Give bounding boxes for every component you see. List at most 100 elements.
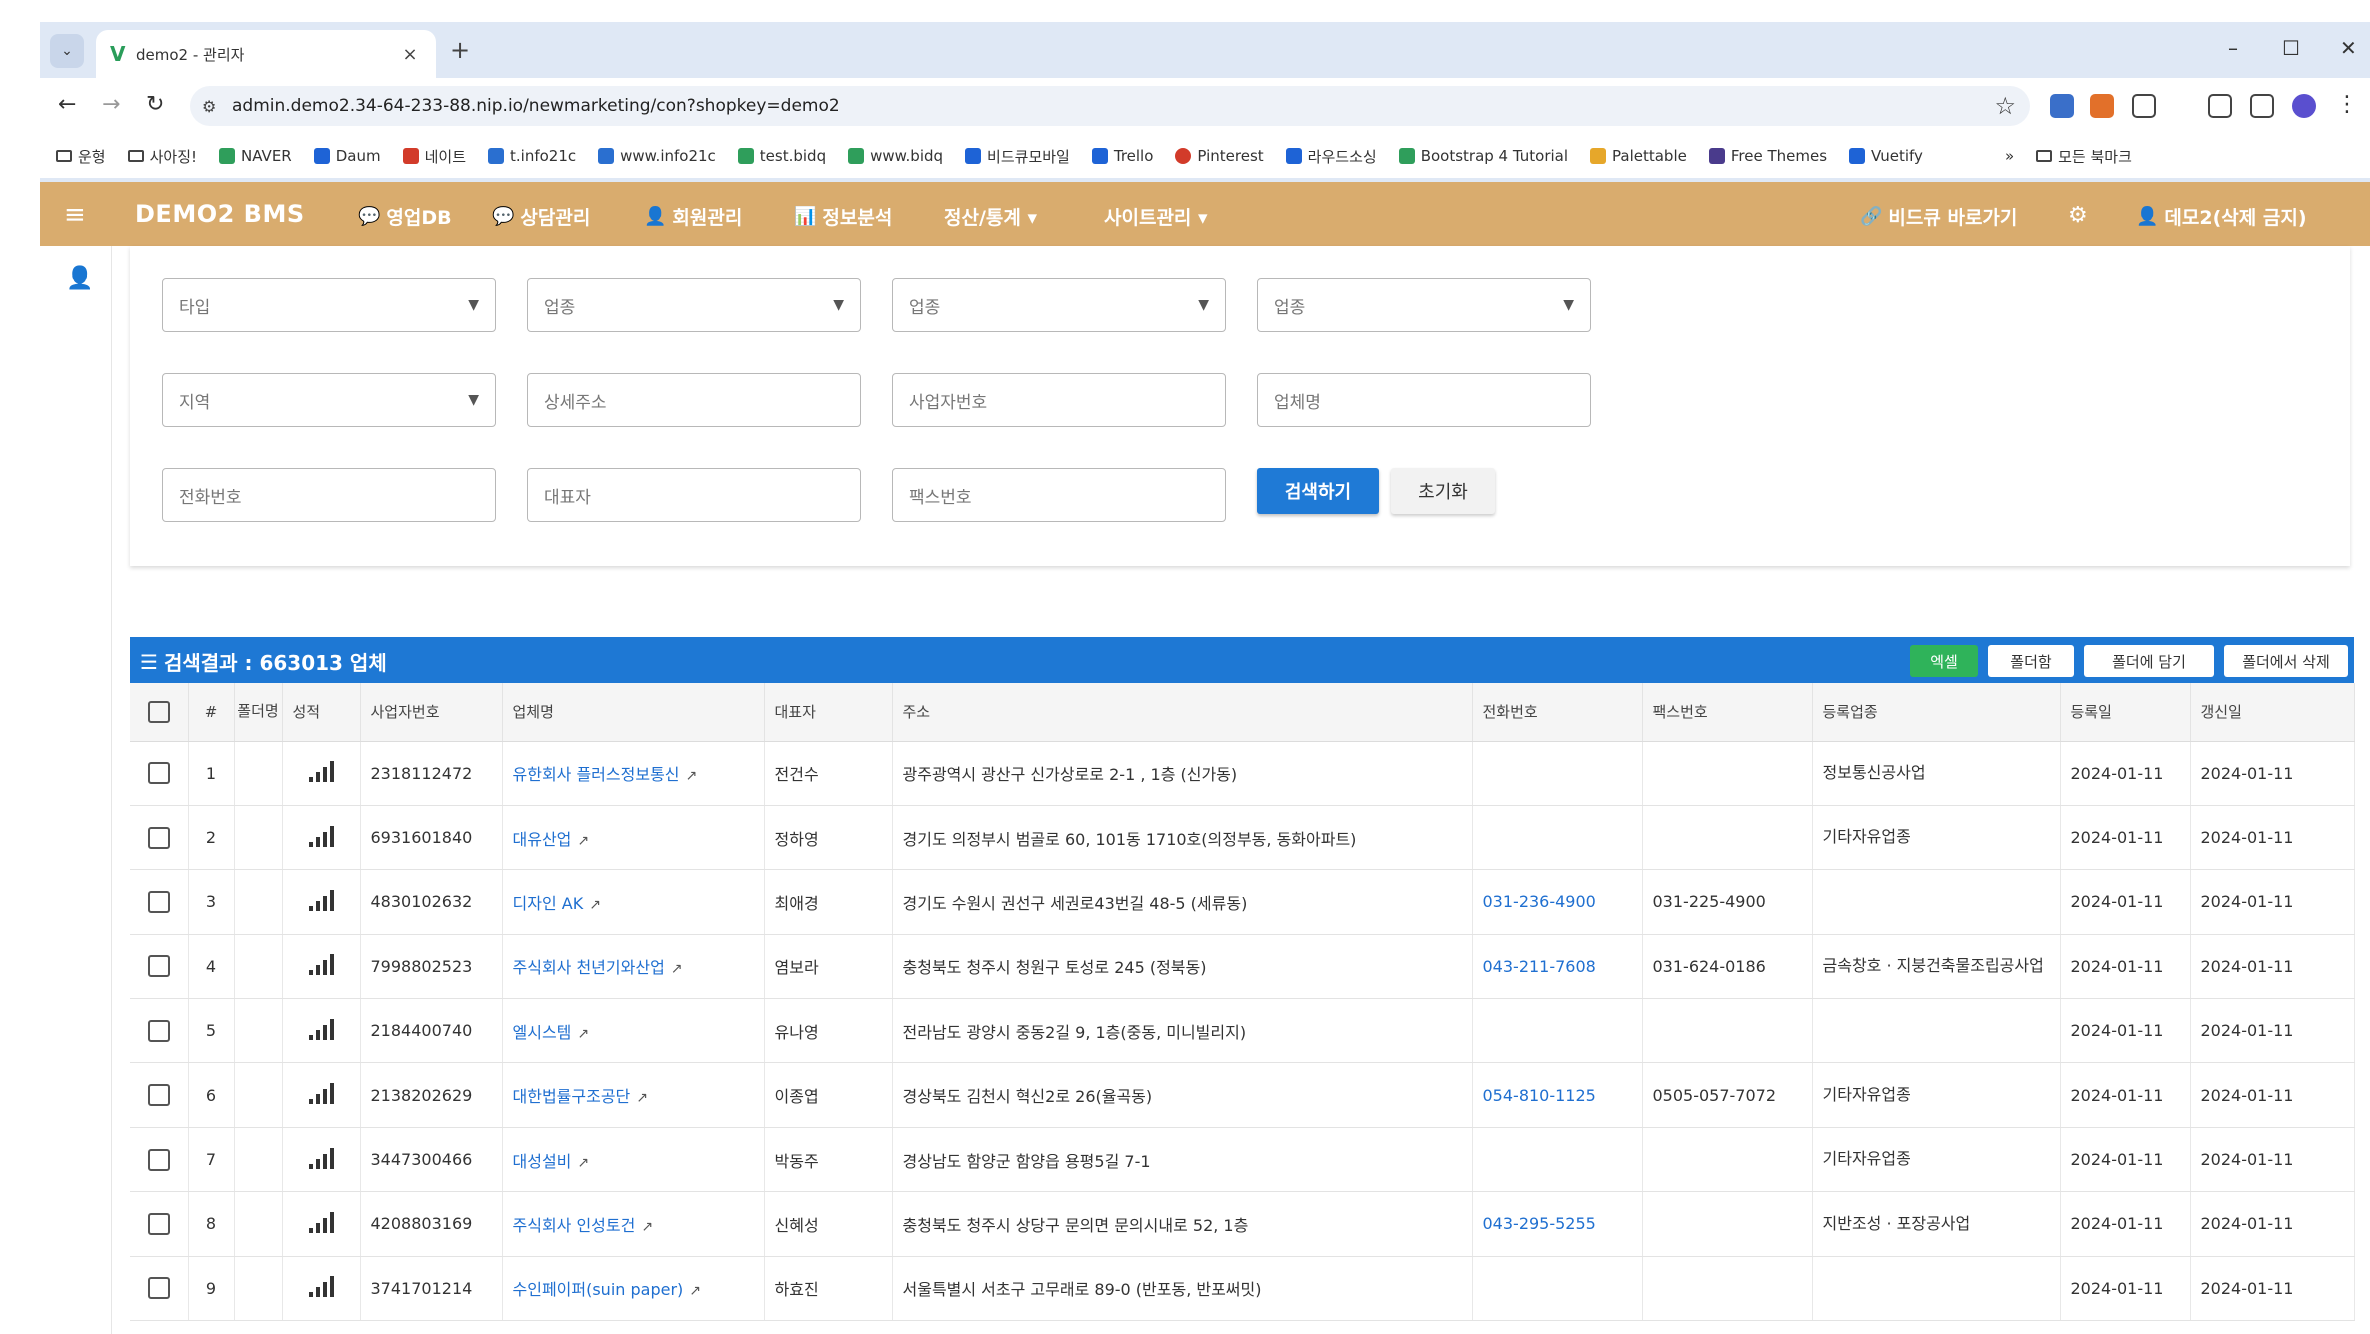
tab-search-button[interactable]: ⌄ — [50, 34, 84, 68]
extension-icon[interactable] — [2090, 94, 2114, 118]
nav-analysis[interactable]: 📊 정보분석 — [794, 203, 892, 230]
row-phone[interactable] — [1472, 1256, 1643, 1322]
nav-members[interactable]: 👤 회원관리 — [644, 203, 742, 230]
bidq-shortcut-link[interactable]: 🔗 비드큐 바로가기 — [1860, 203, 2017, 230]
external-link-icon[interactable]: ↗ — [577, 1026, 589, 1042]
industry-select-3[interactable]: 업종 ▼ — [1257, 278, 1591, 332]
nav-settlement[interactable]: 정산/통계 ▾ — [944, 203, 1037, 230]
user-menu[interactable]: 👤 데모2(삭제 금지) — [2136, 203, 2307, 230]
browser-tab[interactable]: V demo2 - 관리자 × — [96, 30, 436, 78]
reset-button[interactable]: 초기화 — [1391, 468, 1495, 514]
col-header-grade[interactable]: 성적 — [282, 683, 361, 742]
row-checkbox[interactable] — [147, 762, 170, 785]
bookmark-item[interactable]: test.bidq — [737, 147, 826, 165]
new-tab-button[interactable]: + — [450, 36, 470, 64]
external-link-icon[interactable]: ↗ — [641, 1219, 653, 1235]
all-bookmarks[interactable]: 모든 북마크 — [2036, 146, 2132, 167]
industry-select-2[interactable]: 업종 ▼ — [892, 278, 1226, 332]
external-link-icon[interactable]: ↗ — [686, 768, 698, 784]
external-link-icon[interactable]: ↗ — [577, 833, 589, 849]
row-phone[interactable]: 043-211-7608 — [1472, 934, 1643, 1000]
minimize-icon[interactable]: – — [2228, 36, 2238, 60]
nav-site-admin[interactable]: 사이트관리 ▾ — [1104, 203, 1208, 230]
table-row[interactable]: 8 4208803169 주식회사 인성토건 ↗ 신혜성 충청북도 청주시 상당구 문의면… — [130, 1191, 2355, 1257]
table-row[interactable]: 2 6931601840 대유산업 ↗ 정하영 경기도 의정부시 범골로 60, 101동… — [130, 805, 2355, 871]
company-link[interactable]: 대성설비 — [513, 1152, 572, 1171]
row-checkbox[interactable] — [147, 1019, 170, 1042]
forward-icon[interactable]: → — [102, 92, 120, 117]
search-button[interactable]: 검색하기 — [1257, 468, 1379, 514]
bookmark-item[interactable]: Trello — [1091, 147, 1153, 165]
bookmark-item[interactable]: Vuetify — [1849, 147, 1923, 165]
bookmarks-overflow[interactable]: » — [2005, 147, 2014, 165]
menu-icon[interactable]: ≡ — [64, 200, 86, 230]
company-link[interactable]: 대유산업 — [513, 830, 572, 849]
bookmark-item[interactable]: Palettable — [1590, 147, 1687, 165]
bookmark-item[interactable]: Pinterest — [1175, 147, 1264, 165]
table-row[interactable]: 5 2184400740 엘시스템 ↗ 유나영 전라남도 광양시 중동2길 9, 1층(중… — [130, 998, 2355, 1064]
ceo-input[interactable]: 대표자 — [527, 468, 861, 522]
reload-icon[interactable]: ↻ — [146, 92, 164, 117]
company-link[interactable]: 디자인 AK — [513, 894, 584, 913]
add-to-folder-button[interactable]: 폴더에 담기 — [2084, 645, 2214, 677]
company-link[interactable]: 수인페이퍼(suin paper) — [513, 1280, 684, 1299]
bookmark-item[interactable]: 네이트 — [402, 146, 466, 167]
company-link[interactable]: 대한법률구조공단 — [513, 1087, 631, 1106]
company-link[interactable]: 유한회사 플러스정보통신 — [513, 765, 680, 784]
external-link-icon[interactable]: ↗ — [671, 961, 683, 977]
bookmark-item[interactable]: 운형 — [56, 146, 106, 167]
industry-select-1[interactable]: 업종 ▼ — [527, 278, 861, 332]
more-menu-icon[interactable]: ⋮ — [2336, 92, 2358, 117]
profile-avatar[interactable] — [2292, 94, 2316, 118]
external-link-icon[interactable]: ↗ — [589, 897, 601, 913]
type-select[interactable]: 타입 ▼ — [162, 278, 496, 332]
bookmark-item[interactable]: www.bidq — [848, 147, 943, 165]
bookmark-item[interactable]: Bootstrap 4 Tutorial — [1398, 147, 1568, 165]
business-number-input[interactable]: 사업자번호 — [892, 373, 1226, 427]
row-checkbox[interactable] — [147, 955, 170, 978]
nav-consulting[interactable]: 💬 상담관리 — [492, 203, 590, 230]
table-row[interactable]: 3 4830102632 디자인 AK ↗ 최애경 경기도 수원시 권선구 세권로43번길… — [130, 869, 2355, 935]
bookmark-item[interactable]: Daum — [313, 147, 381, 165]
col-header-company[interactable]: 업체명 — [502, 683, 765, 742]
external-link-icon[interactable]: ↗ — [689, 1283, 701, 1299]
bookmark-item[interactable]: NAVER — [219, 147, 292, 165]
col-header-biz-number[interactable]: 사업자번호 — [360, 683, 503, 742]
row-phone[interactable] — [1472, 998, 1643, 1064]
row-phone[interactable] — [1472, 741, 1643, 806]
table-row[interactable]: 1 2318112472 유한회사 플러스정보통신 ↗ 전건수 광주광역시 광산구 신가상… — [130, 741, 2355, 806]
row-checkbox[interactable] — [147, 1212, 170, 1235]
extensions-puzzle-icon[interactable] — [2132, 94, 2156, 118]
address-bar[interactable]: ⚙ admin.demo2.34-64-233-88.nip.io/newmar… — [190, 86, 2030, 126]
row-phone[interactable]: 031-236-4900 — [1472, 869, 1643, 935]
col-header-registered[interactable]: 등록일 — [2060, 683, 2191, 742]
col-header-no[interactable]: # — [188, 683, 235, 742]
settings-gear-icon[interactable]: ⚙ — [2068, 203, 2088, 228]
fax-input[interactable]: 팩스번호 — [892, 468, 1226, 522]
col-header-ceo[interactable]: 대표자 — [764, 683, 893, 742]
company-link[interactable]: 주식회사 인성토건 — [513, 1216, 636, 1235]
row-checkbox[interactable] — [147, 826, 170, 849]
brand-title[interactable]: DEMO2 BMS — [135, 200, 305, 228]
table-row[interactable]: 4 7998802523 주식회사 천년기와산업 ↗ 염보라 충청북도 청주시 청원구 토… — [130, 934, 2355, 1000]
col-header-fax[interactable]: 팩스번호 — [1642, 683, 1813, 742]
col-header-address[interactable]: 주소 — [892, 683, 1473, 742]
table-row[interactable]: 9 3741701214 수인페이퍼(suin paper) ↗ 하효진 서울특별시 서초… — [130, 1256, 2355, 1322]
excel-button[interactable]: 엑셀 — [1910, 645, 1978, 677]
select-all-checkbox[interactable] — [147, 700, 170, 723]
row-phone[interactable]: 043-295-5255 — [1472, 1191, 1643, 1257]
col-header-folder[interactable]: 폴더명 — [234, 683, 283, 742]
site-info-icon[interactable]: ⚙ — [202, 97, 232, 116]
nav-sales-db[interactable]: 💬 영업DB — [358, 203, 452, 230]
bookmark-item[interactable]: 비드큐모바일 — [965, 146, 1070, 167]
bookmark-item[interactable]: 사아징! — [127, 146, 197, 167]
maximize-icon[interactable]: ☐ — [2282, 36, 2300, 60]
table-row[interactable]: 6 2138202629 대한법률구조공단 ↗ 이종엽 경상북도 김천시 혁신2로 26(… — [130, 1062, 2355, 1128]
col-header-phone[interactable]: 전화번호 — [1472, 683, 1643, 742]
close-window-icon[interactable]: ✕ — [2340, 36, 2357, 60]
row-phone[interactable] — [1472, 1127, 1643, 1193]
external-link-icon[interactable]: ↗ — [636, 1090, 648, 1106]
folder-box-button[interactable]: 폴더함 — [1988, 645, 2074, 677]
table-row[interactable]: 7 3447300466 대성설비 ↗ 박동주 경상남도 함양군 함양읍 용평5길 7-1… — [130, 1127, 2355, 1193]
user-icon[interactable]: 👤 — [66, 266, 93, 291]
